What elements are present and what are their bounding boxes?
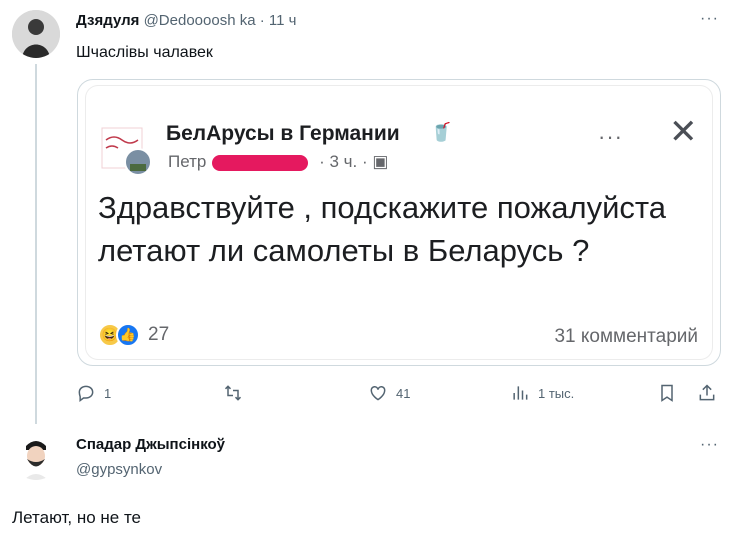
reply-text: Летают, но не те	[12, 508, 142, 527]
comments-count: 31 комментарий	[554, 326, 698, 347]
thread-line	[35, 64, 37, 424]
views-icon	[513, 386, 528, 400]
author-name[interactable]: Дзядуля	[76, 12, 139, 29]
post-meta: Петр · 3 ч. · ▣	[168, 152, 388, 172]
tweet-text: Шчаслівы чалавек	[76, 44, 213, 61]
post-author: Петр	[168, 152, 207, 171]
facebook-post-screenshot: БелАрусы в Германии 🥤 Петр · 3 ч. · ▣ ··…	[86, 86, 712, 359]
meta-dot: ·	[357, 152, 373, 171]
like-icon	[370, 385, 386, 401]
share-button[interactable]	[697, 383, 717, 403]
audience-icon: ▣	[372, 152, 389, 171]
reply-button[interactable]: 1	[76, 383, 111, 403]
views-count: 1 тыс.	[538, 385, 575, 401]
reply-author-name[interactable]: Спадар Джыпсінкоў	[76, 436, 225, 453]
reply-author-avatar[interactable]	[12, 432, 60, 480]
views-button[interactable]: 1 тыс.	[510, 383, 574, 403]
reply-icon	[78, 385, 94, 402]
separator-dot: ·	[259, 12, 269, 29]
author-avatar[interactable]	[12, 10, 60, 58]
redaction-mark	[212, 154, 309, 171]
author-handle[interactable]: @Dedoooosh ka	[144, 12, 256, 29]
tweet-media[interactable]: БелАрусы в Германии 🥤 Петр · 3 ч. · ▣ ··…	[77, 79, 721, 366]
cup-icon: 🥤	[430, 122, 453, 142]
reactions-count: 27	[148, 324, 170, 345]
tweet-header: Дзядуля @Dedoooosh ka · 11 ч	[76, 12, 296, 29]
group-logo-icon	[100, 126, 152, 178]
group-name: БелАрусы в Германии	[166, 122, 400, 145]
more-icon[interactable]: ···	[700, 436, 719, 454]
like-count: 41	[396, 385, 411, 401]
retweet-icon	[224, 385, 242, 401]
meta-dot: ·	[314, 152, 330, 171]
bookmark-button[interactable]	[657, 383, 677, 403]
bookmark-icon	[661, 384, 673, 402]
more-icon[interactable]: ···	[700, 10, 719, 28]
reply-header: Спадар Джыпсінкоў	[76, 436, 225, 453]
reply-author-handle[interactable]: @gypsynkov	[76, 461, 162, 478]
reply-count: 1	[104, 385, 112, 401]
post-time: 3 ч.	[329, 152, 358, 171]
reactions: 😆 👍 27	[98, 323, 169, 347]
retweet-button[interactable]	[223, 383, 243, 403]
more-icon: ···	[598, 124, 623, 149]
like-button[interactable]: 41	[368, 383, 410, 403]
post-text: Здравствуйте , подскажите пожалуйста лет…	[98, 190, 666, 268]
tweet-time[interactable]: 11 ч	[269, 12, 297, 29]
like-reaction-icon: 👍	[116, 323, 140, 347]
close-icon: ✕	[669, 113, 698, 151]
share-icon	[699, 384, 715, 401]
